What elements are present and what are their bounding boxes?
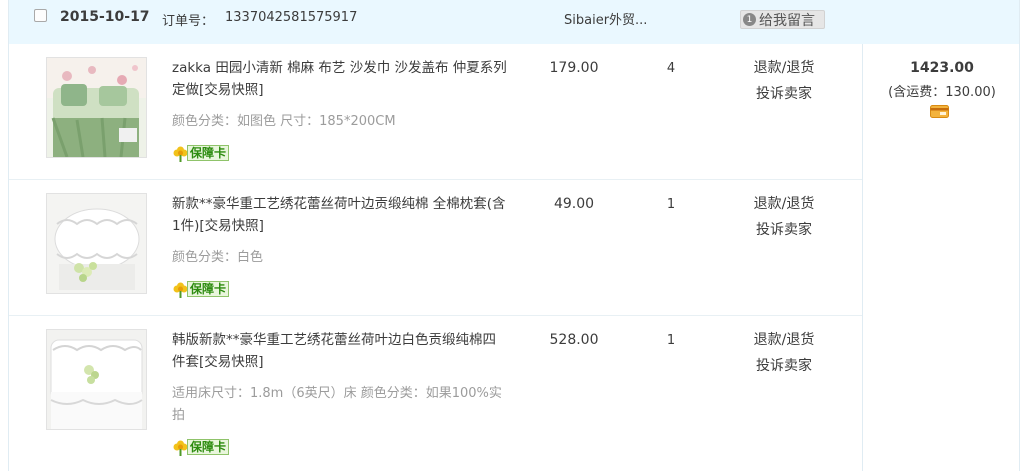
guarantee-card-badge[interactable]: 保障卡 bbox=[172, 144, 235, 162]
product-name[interactable]: 新款**豪华重工艺绣花蕾丝荷叶边贡缎纯棉 全棉枕套(含1件)[交易快照] bbox=[172, 196, 506, 234]
order-total: 1423.00 bbox=[910, 60, 974, 76]
shop-name-link[interactable]: Sibaier外贸... bbox=[564, 9, 647, 28]
complain-seller-link[interactable]: 投诉卖家 bbox=[739, 353, 829, 379]
guarantee-card-label: 保障卡 bbox=[187, 145, 230, 161]
order-item-row: zakka 田园小清新 棉麻 布艺 沙发巾 沙发盖布 仲夏系列 定做[交易快照]… bbox=[9, 44, 862, 180]
product-thumbnail[interactable] bbox=[46, 329, 147, 430]
leave-message-button[interactable]: 1 给我留言 bbox=[740, 10, 825, 29]
product-name-link[interactable]: 韩版新款**豪华重工艺绣花蕾丝荷叶边白色贡缎纯棉四件套[交易快照] bbox=[172, 329, 507, 373]
product-name[interactable]: 韩版新款**豪华重工艺绣花蕾丝荷叶边白色贡缎纯棉四件套[交易快照] bbox=[172, 332, 496, 370]
refund-return-link[interactable]: 退款/退货 bbox=[739, 55, 829, 81]
item-operations: 退款/退货 投诉卖家 bbox=[739, 327, 829, 379]
product-attributes: 颜色分类：白色 bbox=[172, 250, 264, 265]
order-item-row: 新款**豪华重工艺绣花蕾丝荷叶边贡缎纯棉 全棉枕套(含1件)[交易快照] 颜色分… bbox=[9, 180, 862, 316]
product-attributes: 适用床尺寸：1.8m（6英尺）床 颜色分类：如果100%实拍 bbox=[172, 386, 502, 423]
item-quantity: 1 bbox=[666, 197, 676, 212]
item-operations: 退款/退货 投诉卖家 bbox=[739, 191, 829, 243]
order-select-checkbox[interactable] bbox=[34, 9, 47, 22]
product-attributes: 颜色分类：如图色 尺寸：185*200CM bbox=[172, 114, 396, 129]
product-name-link[interactable]: 新款**豪华重工艺绣花蕾丝荷叶边贡缎纯棉 全棉枕套(含1件)[交易快照] bbox=[172, 193, 507, 237]
product-name-link[interactable]: zakka 田园小清新 棉麻 布艺 沙发巾 沙发盖布 仲夏系列 定做[交易快照] bbox=[172, 57, 507, 101]
item-quantity: 4 bbox=[666, 61, 676, 76]
product-name[interactable]: zakka 田园小清新 棉麻 布艺 沙发巾 沙发盖布 仲夏系列 定做[交易快照] bbox=[172, 60, 507, 98]
refund-return-link[interactable]: 退款/退货 bbox=[739, 327, 829, 353]
payment-card-icon[interactable] bbox=[930, 105, 949, 118]
order-item-row: 韩版新款**豪华重工艺绣花蕾丝荷叶边白色贡缎纯棉四件套[交易快照] 适用床尺寸：… bbox=[9, 316, 862, 471]
refund-return-link[interactable]: 退款/退货 bbox=[739, 191, 829, 217]
guarantee-card-badge[interactable]: 保障卡 bbox=[172, 280, 235, 298]
order-date: 2015-10-17 bbox=[60, 9, 150, 25]
order-card: 2015-10-17 订单号： 1337042581575917 Sibaier… bbox=[8, 0, 1020, 471]
complain-seller-link[interactable]: 投诉卖家 bbox=[739, 217, 829, 243]
item-price: 49.00 bbox=[553, 196, 595, 212]
complain-seller-link[interactable]: 投诉卖家 bbox=[739, 81, 829, 107]
item-operations: 退款/退货 投诉卖家 bbox=[739, 55, 829, 107]
message-count-icon: 1 bbox=[743, 13, 756, 26]
product-thumbnail[interactable] bbox=[46, 193, 147, 294]
item-quantity: 1 bbox=[666, 333, 676, 348]
order-total-column: 1423.00 (含运费：130.00) bbox=[862, 44, 1021, 471]
guarantee-card-label: 保障卡 bbox=[187, 439, 230, 455]
guarantee-card-label: 保障卡 bbox=[187, 281, 230, 297]
order-header: 2015-10-17 订单号： 1337042581575917 Sibaier… bbox=[9, 0, 1019, 44]
product-thumbnail[interactable] bbox=[46, 57, 147, 158]
item-price: 179.00 bbox=[549, 60, 599, 76]
leave-message-label: 给我留言 bbox=[759, 12, 815, 29]
shipping-fee: (含运费：130.00) bbox=[888, 85, 996, 100]
item-price: 528.00 bbox=[549, 332, 599, 348]
guarantee-card-badge[interactable]: 保障卡 bbox=[172, 438, 235, 456]
order-number-label: 订单号： bbox=[162, 14, 215, 29]
order-number: 1337042581575917 bbox=[225, 10, 358, 25]
